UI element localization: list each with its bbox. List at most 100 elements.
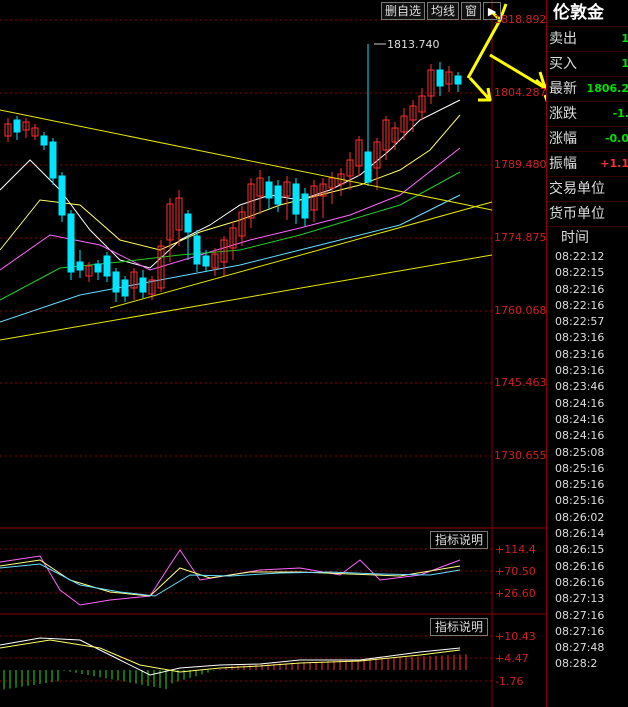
candle-body [76, 261, 84, 271]
price-label-3: 1789.480 [494, 158, 547, 171]
quote-row-change: 涨跌 -1. [547, 101, 628, 126]
sell-value: 1 [621, 27, 628, 51]
tick-time: 08:25:16 [555, 461, 605, 475]
candle-body [364, 151, 372, 183]
candle-body [49, 141, 57, 179]
up-arrow [466, 19, 502, 79]
moving-average-lines [0, 99, 461, 323]
tick-time: 08:23:16 [555, 364, 605, 378]
ind2-level-3: -1.76 [495, 675, 524, 688]
sell-label: 卖出 [549, 31, 577, 47]
quote-row-amplitude: 振幅 +1.1 [547, 151, 628, 176]
quote-row-change-pct: 涨幅 -0.0 [547, 126, 628, 151]
right-arrow [489, 53, 546, 90]
price-label-6: 1745.463 [494, 376, 547, 389]
indicator-line [0, 563, 461, 597]
candle-body [13, 119, 21, 133]
candle-body [103, 255, 111, 277]
candle-body [265, 181, 273, 199]
tick-time: 08:22:15 [555, 266, 605, 280]
candle-body [121, 279, 129, 297]
currency-unit-label: 货币单位 [549, 206, 605, 222]
candle-body [139, 277, 147, 293]
trade-unit-label: 交易单位 [549, 181, 605, 197]
buy-label: 买入 [549, 56, 577, 72]
indicator-line [0, 637, 461, 676]
tick-time: 08:28:2 [555, 657, 598, 671]
candle-body [112, 271, 120, 293]
high-annotation: 1813.740 [387, 38, 440, 51]
tick-time: 08:26:16 [555, 575, 605, 589]
candle-body [202, 255, 210, 267]
indicator-line [0, 549, 461, 606]
change-pct-value: -0.0 [604, 132, 628, 145]
quote-row-sell: 卖出 1 [547, 26, 628, 51]
candle-body [94, 263, 102, 273]
quote-row-buy: 买入 1 [547, 51, 628, 76]
tick-time: 08:25:08 [555, 445, 605, 459]
candle-body [58, 175, 66, 216]
tick-time: 08:22:57 [555, 315, 605, 329]
tick-time: 08:23:46 [555, 380, 605, 394]
tick-time: 08:24:16 [555, 429, 605, 443]
price-label-1: 1818.892 [494, 13, 547, 26]
candle-body [274, 185, 282, 205]
candle-body [67, 213, 75, 273]
candle-body [301, 193, 309, 219]
candle-body [193, 235, 201, 265]
chart-grid [0, 0, 546, 707]
tick-time: 08:26:16 [555, 559, 605, 573]
price-label-7: 1730.655 [494, 449, 547, 462]
time-header: 时间 [547, 226, 628, 249]
indicator1-lines [0, 549, 461, 606]
trend-line [0, 109, 493, 211]
latest-value: 1806.2 [586, 82, 628, 95]
ind2-level-1: +10.43 [495, 630, 536, 643]
change-pct-label: 涨幅 [549, 131, 577, 147]
tick-time: 08:27:48 [555, 641, 605, 655]
tick-time: 08:22:16 [555, 282, 605, 296]
candlestick-chart[interactable] [0, 0, 546, 707]
tick-time: 08:24:16 [555, 396, 605, 410]
indicator1-help-button[interactable]: 指标说明 [430, 531, 489, 549]
ind1-level-2: +70.50 [495, 565, 536, 578]
moving-average-button[interactable]: 均线 [427, 2, 460, 20]
change-label: 涨跌 [549, 106, 577, 122]
price-label-2: 1804.287 [494, 86, 547, 99]
tick-time: 08:25:16 [555, 478, 605, 492]
price-label-4: 1774.875 [494, 231, 547, 244]
candle-body [40, 135, 48, 146]
ind1-level-1: +114.4 [495, 543, 536, 556]
price-label-5: 1760.068 [494, 304, 547, 317]
tick-time: 08:22:16 [555, 298, 605, 312]
tick-time: 08:26:14 [555, 527, 605, 541]
window-button[interactable]: 窗 [461, 2, 482, 20]
tick-time: 08:22:12 [555, 250, 605, 263]
tick-time: 08:23:16 [555, 331, 605, 345]
instrument-title: 伦敦金 [553, 3, 604, 23]
ind1-level-3: +26.60 [495, 587, 536, 600]
buy-value: 1 [621, 52, 628, 76]
tick-time: 08:27:16 [555, 624, 605, 638]
candle-body [292, 183, 300, 215]
change-value: -1. [612, 107, 628, 120]
latest-label: 最新 [549, 81, 577, 97]
amplitude-label: 振幅 [549, 156, 577, 172]
indicator2-help-button[interactable]: 指标说明 [430, 618, 489, 636]
tick-time: 08:27:16 [555, 608, 605, 622]
quote-panel: 伦敦金 卖出 1 买入 1 最新 1806.2 涨跌 -1. 涨幅 -0.0 振幅 +1.1… [546, 0, 628, 707]
candle-body [184, 213, 192, 233]
chart-toolbar: 删自选 均线 窗 ▶ [381, 2, 502, 20]
candle-body [454, 75, 462, 85]
quote-row-latest: 最新 1806.2 [547, 76, 628, 101]
remove-watchlist-button[interactable]: 删自选 [381, 2, 426, 20]
tick-time-list[interactable]: 08:22:12 08:22:15 08:22:16 08:22:16 08:22:57… [547, 249, 628, 673]
ind2-level-2: +4.47 [495, 652, 529, 665]
tick-time: 08:27:13 [555, 592, 605, 606]
indicator2-lines [0, 637, 467, 690]
amplitude-value: +1.1 [600, 157, 628, 170]
quote-row-currency-unit: 货币单位 [547, 201, 628, 226]
tick-time: 08:24:16 [555, 412, 605, 426]
tick-time: 08:26:02 [555, 510, 605, 524]
candle-body [436, 69, 444, 87]
